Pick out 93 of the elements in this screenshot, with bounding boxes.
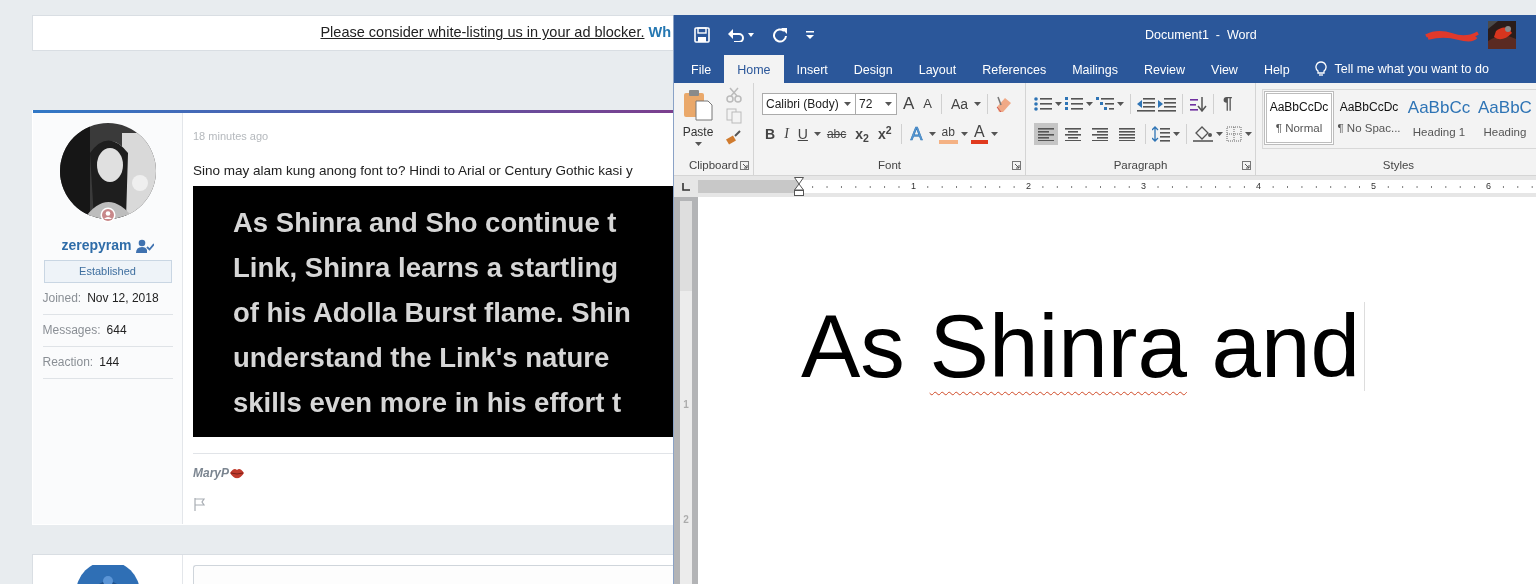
change-case-button[interactable]: Aa (948, 93, 972, 115)
stat-value: 144 (99, 353, 120, 371)
group-label: Clipboard (688, 158, 739, 174)
user-status-icon (99, 207, 116, 223)
caret-icon[interactable] (1216, 131, 1223, 137)
signature: MaryP (193, 465, 230, 483)
shrink-font-button[interactable]: A (920, 93, 935, 115)
strikethrough-button[interactable]: abc (823, 123, 850, 145)
indent-marker-icon[interactable] (794, 177, 804, 196)
user-check-icon (135, 238, 154, 253)
ruler-number: 2 (683, 514, 689, 526)
caret-icon[interactable] (928, 131, 936, 137)
brush-icon[interactable] (726, 129, 742, 145)
stat-label: Reaction: (42, 353, 94, 371)
line-spacing-icon[interactable] (1152, 126, 1170, 142)
ribbon-tab[interactable]: Design (840, 55, 906, 83)
sort-icon[interactable] (1189, 96, 1207, 112)
undo-icon[interactable] (728, 28, 744, 42)
document-page[interactable]: As Shinra and (698, 197, 1536, 584)
caret-icon[interactable] (1117, 101, 1124, 107)
ribbon-tab[interactable]: Review (1131, 55, 1198, 83)
scribble-drawing (1424, 28, 1480, 42)
tell-me-field[interactable]: Tell me what you want to do (1334, 59, 1489, 79)
caret-icon[interactable] (1086, 101, 1093, 107)
customize-menu-icon[interactable] (806, 31, 814, 39)
caret-icon[interactable] (844, 101, 851, 107)
bullets-icon[interactable] (1034, 96, 1052, 112)
multilevel-list-icon[interactable] (1096, 96, 1114, 112)
user-title-badge: Established (43, 260, 172, 283)
style-option[interactable]: AaBbCc Heading 1 (1404, 91, 1474, 145)
window-title: Document1 - Word (1145, 26, 1257, 44)
lips-icon (229, 467, 246, 480)
show-formatting-marks-button[interactable]: ¶ (1220, 93, 1236, 115)
notice-link[interactable]: Wh (648, 22, 671, 44)
stat-label: Messages: (42, 321, 101, 339)
lightbulb-icon[interactable] (1314, 61, 1327, 77)
align-left-button[interactable] (1034, 123, 1058, 145)
caret-icon[interactable] (1173, 131, 1180, 137)
style-option[interactable]: AaBbC Heading (1474, 91, 1536, 145)
caret-icon[interactable] (885, 101, 892, 107)
dialog-launcher-icon[interactable] (1242, 161, 1251, 170)
group-label: Styles (1382, 158, 1415, 174)
ribbon-tab[interactable]: Insert (783, 55, 841, 83)
style-option[interactable]: AaBbCcDc ¶ Normal (1264, 91, 1334, 145)
caret-icon[interactable] (990, 131, 998, 137)
redo-icon[interactable] (772, 27, 788, 43)
save-icon[interactable] (694, 27, 710, 43)
ribbon-tab[interactable]: Layout (905, 55, 970, 83)
group-label: Font (878, 158, 901, 174)
style-option[interactable]: AaBbCcDc ¶ No Spac... (1334, 91, 1404, 145)
superscript-button[interactable]: x$^{2}$ (874, 123, 895, 145)
caret-icon[interactable] (694, 141, 702, 147)
bold-button[interactable]: B (762, 123, 779, 145)
caret-icon[interactable] (974, 101, 982, 107)
ribbon-tab[interactable]: View (1198, 55, 1251, 83)
font-size-dropdown[interactable]: 72 (855, 93, 897, 115)
tab-stop-icon[interactable] (681, 182, 691, 191)
clear-formatting-icon[interactable] (994, 95, 1013, 113)
group-label: Paragraph (1113, 158, 1168, 174)
attached-image: As Shinra and Sho continue t Link, Shinra learns a startling of his Adolla Burst flame. Shin understand the Link's nature skills even more in his effort t (193, 186, 673, 438)
stat-value: 644 (106, 321, 127, 339)
document-text: As Shinra and (801, 302, 1366, 391)
paste-button[interactable]: Paste (682, 89, 714, 141)
font-color-button[interactable]: A (970, 124, 988, 144)
grow-font-button[interactable]: A (900, 93, 918, 115)
underline-button[interactable]: U (794, 123, 811, 145)
caret-icon[interactable] (960, 131, 968, 137)
subscript-button[interactable]: x$_{2}$ (852, 123, 872, 145)
numbered-list-icon[interactable] (1065, 96, 1083, 112)
highlight-button[interactable]: ab (938, 124, 958, 144)
paint-bucket-icon[interactable] (1193, 126, 1213, 142)
ribbon-tab[interactable]: References (969, 55, 1060, 83)
ribbon-tab[interactable]: Mailings (1059, 55, 1131, 83)
caret-icon[interactable] (813, 131, 821, 137)
dialog-launcher-icon[interactable] (740, 161, 749, 170)
clipboard-icon (682, 89, 714, 121)
caret-icon[interactable] (748, 33, 754, 37)
ribbon-tab[interactable]: Help (1250, 55, 1303, 83)
username[interactable]: zerepyram (61, 235, 132, 256)
decrease-indent-icon[interactable] (1137, 96, 1155, 112)
stat-label: Joined: (42, 289, 82, 307)
ruler-number: 1 (683, 399, 689, 411)
increase-indent-icon[interactable] (1158, 96, 1176, 112)
dialog-launcher-icon[interactable] (1012, 161, 1021, 170)
italic-button[interactable]: I (781, 123, 792, 145)
ribbon-tab[interactable]: Home (724, 55, 784, 83)
font-name-dropdown[interactable]: Calibri (Body) (762, 93, 856, 115)
notice-text: Please consider white-listing us in your ad blocker. (320, 23, 645, 43)
ribbon-tab[interactable]: File (678, 55, 725, 83)
caret-icon[interactable] (1055, 101, 1062, 107)
post-message: Sino may alam kung anong font to? Hindi to Arial or Century Gothic kasi y (193, 162, 634, 180)
caret-icon[interactable] (1245, 131, 1252, 137)
stat-value: Nov 12, 2018 (87, 289, 159, 307)
